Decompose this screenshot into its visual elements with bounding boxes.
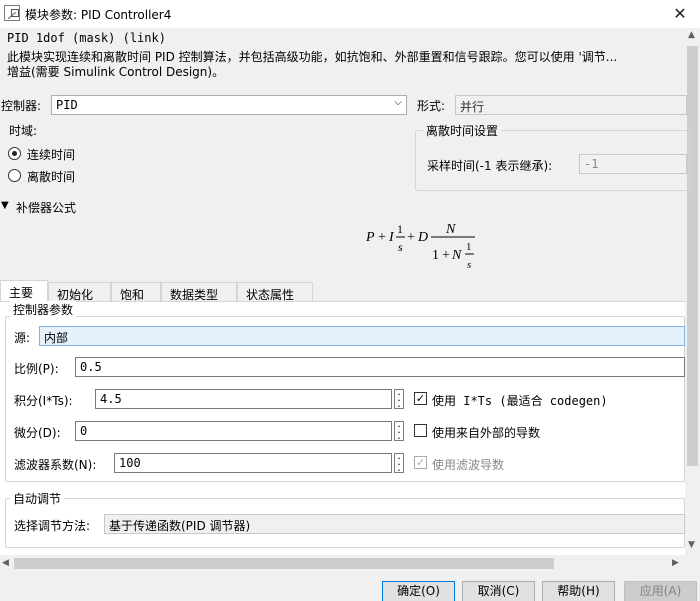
use-its-checkbox[interactable]: ✓ xyxy=(414,392,427,405)
vertical-scroll-thumb[interactable] xyxy=(687,46,698,466)
window-title: 模块参数: PID Controller4 xyxy=(25,8,172,22)
use-filtered-derivative-checkbox[interactable]: ✓ xyxy=(414,456,427,469)
d-label: 微分(D): xyxy=(14,426,61,440)
block-name: PID 1dof (mask) (link) xyxy=(7,31,166,45)
p-label: 比例(P): xyxy=(14,362,59,376)
formula-d: D xyxy=(417,230,428,245)
formula-plus2: + xyxy=(407,230,415,245)
tab-state-attributes[interactable]: 状态属性 xyxy=(237,282,313,302)
chevron-down-icon: ⌵ xyxy=(394,97,402,108)
radio-continuous[interactable] xyxy=(8,147,21,160)
formula-plus1: + xyxy=(378,230,386,245)
tune-method-select[interactable]: 基于传递函数(PID 调节器) xyxy=(104,514,685,534)
formula-one2: 1 xyxy=(432,248,439,263)
formula-p: P xyxy=(365,230,375,245)
vertical-scrollbar[interactable]: ▲ ▼ xyxy=(685,28,700,555)
source-select-value: 内部 xyxy=(44,331,69,345)
tab-main[interactable]: 主要 xyxy=(0,280,48,302)
scroll-down-icon[interactable]: ▼ xyxy=(688,540,695,550)
tune-method-value: 基于传递函数(PID 调节器) xyxy=(109,519,251,533)
formula-n-bottom: N xyxy=(451,248,462,263)
source-select[interactable]: 内部 xyxy=(39,326,685,346)
source-label: 源: xyxy=(14,331,31,345)
tab-initialization[interactable]: 初始化 xyxy=(48,282,111,302)
d-input[interactable]: 0 xyxy=(75,421,392,441)
formula-i: I xyxy=(388,230,395,245)
form-label: 形式: xyxy=(417,99,446,113)
sample-time-input[interactable]: -1 xyxy=(579,154,687,174)
block-description: 此模块实现连续和离散时间 PID 控制算法，并包括高级功能，如抗饱和、外部重置和… xyxy=(7,50,687,80)
sample-time-label: 采样时间(-1 表示继承): xyxy=(427,159,553,173)
formula-n-top: N xyxy=(445,222,456,237)
horizontal-scroll-thumb[interactable] xyxy=(14,558,554,569)
controller-select-value: PID xyxy=(56,98,78,112)
use-external-derivative-checkbox[interactable] xyxy=(414,424,427,437)
i-input[interactable]: 4.5 xyxy=(95,389,392,409)
formula-s2: s xyxy=(467,259,471,271)
formula-s1: s xyxy=(398,240,403,254)
collapse-triangle-icon[interactable]: ▼ xyxy=(1,200,9,211)
discrete-settings-title: 离散时间设置 xyxy=(423,122,502,139)
tab-saturation[interactable]: 饱和 xyxy=(111,282,161,302)
tune-method-label: 选择调节方法: xyxy=(14,519,91,533)
i-more-icon[interactable]: · · · xyxy=(394,389,404,412)
cancel-button[interactable]: 取消(C) xyxy=(462,581,535,601)
horizontal-scrollbar[interactable]: ◀ ▶ xyxy=(0,555,685,572)
sample-time-value: -1 xyxy=(584,157,599,171)
compensator-title: 补偿器公式 xyxy=(16,201,77,215)
use-external-derivative-label: 使用来自外部的导数 xyxy=(432,426,541,440)
formula-one3: 1 xyxy=(466,241,472,253)
n-more-icon[interactable]: · · · xyxy=(394,453,404,476)
time-domain-title: 时域: xyxy=(9,124,38,138)
use-filtered-derivative-label: 使用滤波导数 xyxy=(432,458,505,472)
help-button[interactable]: 帮助(H) xyxy=(542,581,615,601)
description-line-1: 此模块实现连续和离散时间 PID 控制算法，并包括高级功能，如抗饱和、外部重置和… xyxy=(7,50,618,64)
description-line-2: 增益(需要 Simulink Control Design)。 xyxy=(7,65,225,79)
scroll-up-icon[interactable]: ▲ xyxy=(688,30,695,40)
form-select[interactable]: 并行 xyxy=(455,95,687,115)
form-select-value: 并行 xyxy=(460,100,485,114)
discrete-label: 离散时间 xyxy=(27,170,76,184)
i-label: 积分(I*Ts): xyxy=(14,394,73,408)
radio-discrete[interactable] xyxy=(8,169,21,182)
n-input[interactable]: 100 xyxy=(114,453,392,473)
simulink-app-icon xyxy=(4,5,20,21)
continuous-label: 连续时间 xyxy=(27,148,76,162)
compensator-formula: P + I 1 s + D N 1 + N 1 s xyxy=(365,222,475,271)
scroll-left-icon[interactable]: ◀ xyxy=(2,558,9,568)
formula-one1: 1 xyxy=(397,222,403,236)
d-more-icon[interactable]: · · · xyxy=(394,421,404,444)
controller-select[interactable]: PID ⌵ xyxy=(51,95,407,115)
formula-plus3: + xyxy=(442,248,450,263)
n-label: 滤波器系数(N): xyxy=(14,458,97,472)
apply-button[interactable]: 应用(A) xyxy=(624,581,697,601)
controller-label: 控制器: xyxy=(1,99,42,113)
autotune-title: 自动调节 xyxy=(10,490,65,507)
tab-data-types[interactable]: 数据类型 xyxy=(161,282,237,302)
controller-params-title: 控制器参数 xyxy=(10,301,77,318)
scroll-right-icon[interactable]: ▶ xyxy=(672,558,679,568)
p-input[interactable]: 0.5 xyxy=(75,357,685,377)
use-its-label: 使用 I*Ts (最适合 codegen) xyxy=(432,394,608,408)
close-icon[interactable]: ✕ xyxy=(668,4,692,24)
ok-button[interactable]: 确定(O) xyxy=(382,581,455,601)
title-bar: 模块参数: PID Controller4 ✕ xyxy=(0,0,700,28)
